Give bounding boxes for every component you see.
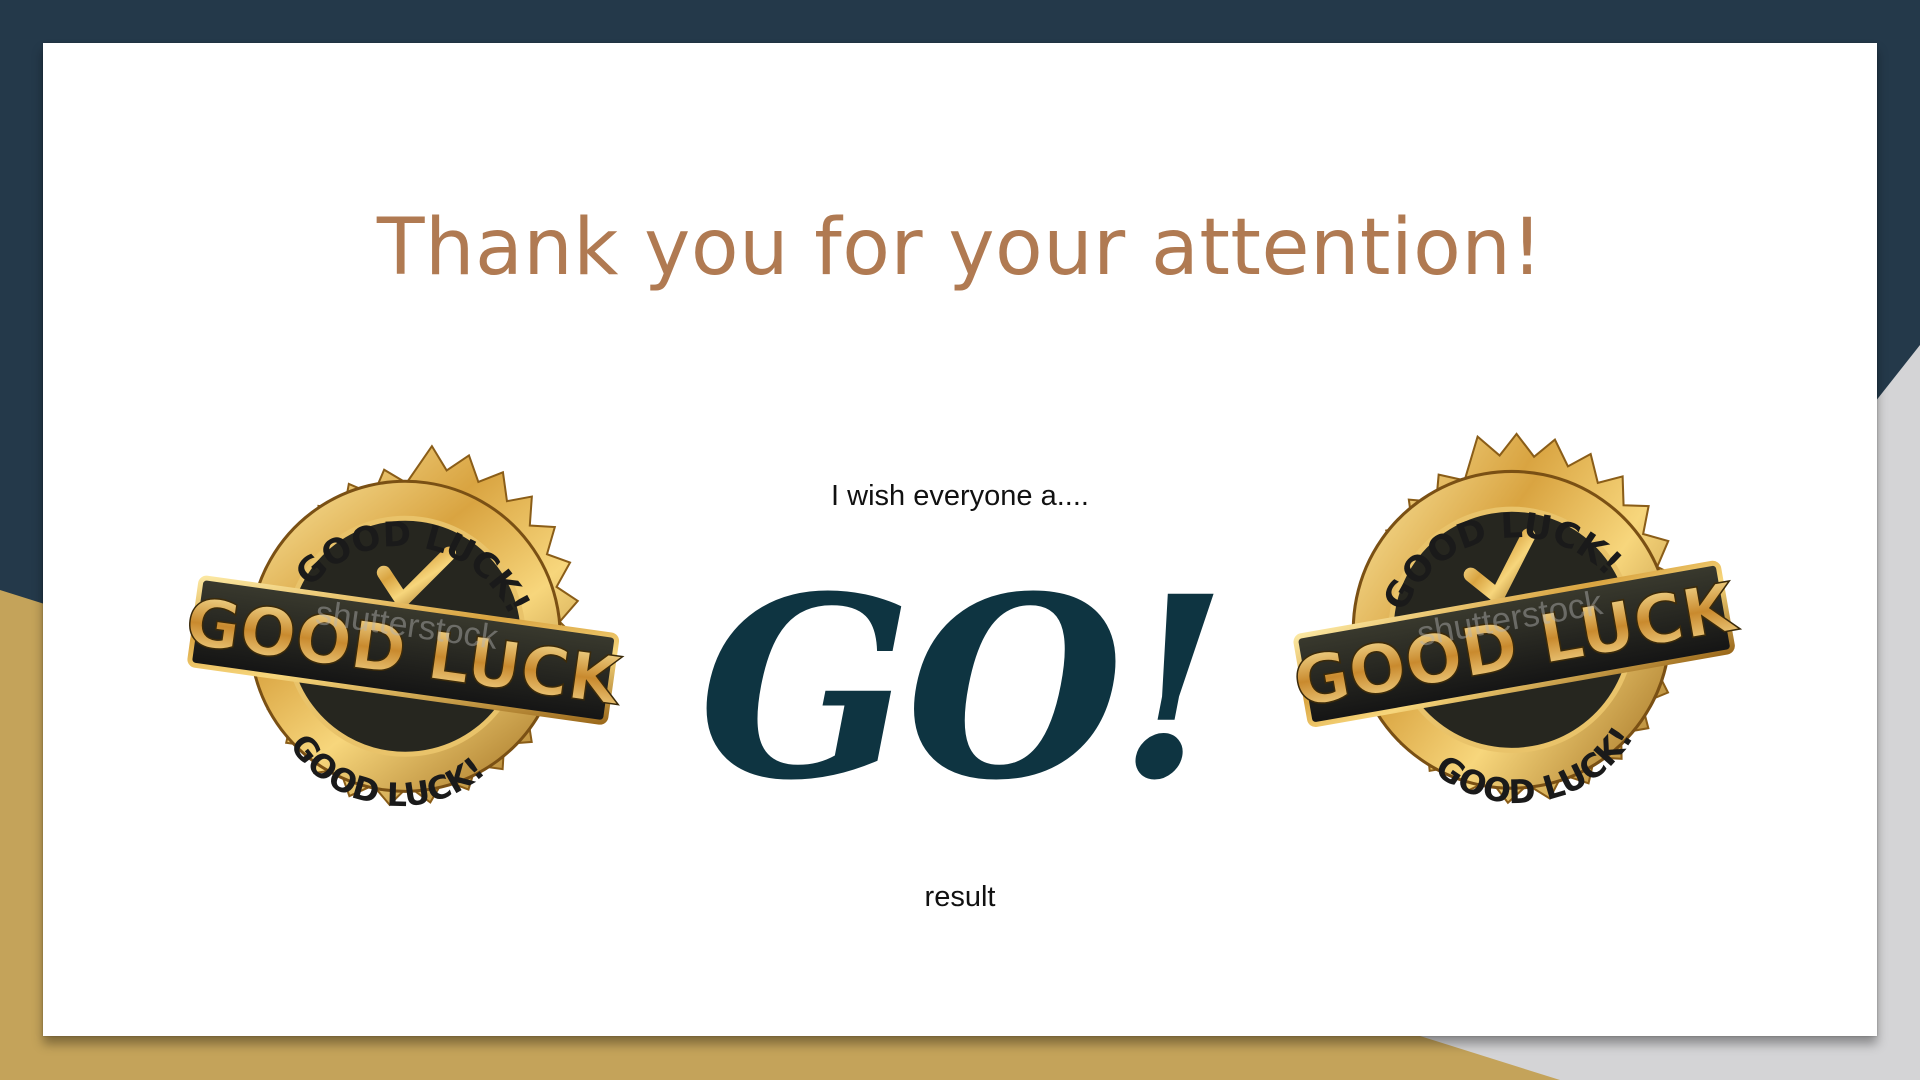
slide: Thank you for your attention! I wish eve… (43, 43, 1877, 1036)
good-luck-seal-right: GOOD LUCK! GOOD LUCK! GOOD LUCK shutters… (1287, 432, 1744, 828)
slide-title: Thank you for your attention! (376, 203, 1544, 293)
good-luck-seal-left: GOOD LUCK! GOOD LUCK! GOOD LUCK shutters… (181, 444, 628, 828)
